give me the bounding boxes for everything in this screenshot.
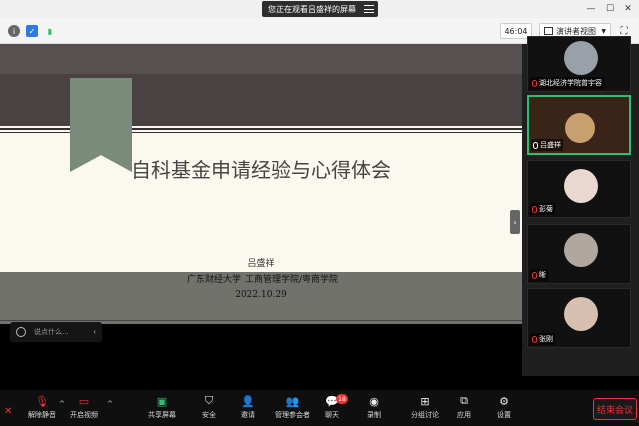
mic-muted-icon	[532, 335, 537, 343]
info-icon[interactable]: i	[8, 25, 20, 37]
participant-tile-active-speaker[interactable]: 吕盛祥	[527, 95, 631, 155]
avatar	[565, 113, 595, 143]
gear-icon: ⚙	[499, 394, 509, 408]
avatar	[564, 41, 598, 75]
grid-icon	[544, 27, 553, 35]
avatar	[564, 297, 598, 331]
minimize-icon[interactable]: —	[584, 2, 598, 16]
breakout-rooms-button[interactable]: ⊞ 分组讨论	[411, 394, 439, 424]
divider	[0, 320, 522, 321]
share-screen-button[interactable]: ▣ 共享屏幕	[148, 394, 176, 424]
start-video-button[interactable]: ▭ 开启视频	[70, 394, 98, 424]
slide-affiliation-school: 工商管理学院/粤商学院	[245, 275, 339, 285]
record-button[interactable]: ◉ 录制	[366, 394, 382, 424]
slide-affiliation-university: 广东财经大学	[187, 275, 242, 285]
maximize-icon[interactable]: ☐	[603, 2, 617, 16]
mic-icon	[533, 141, 538, 149]
breakout-icon: ⊞	[420, 394, 430, 408]
end-meeting-button[interactable]: 结束会议	[593, 398, 637, 420]
close-icon[interactable]: ✕	[621, 2, 635, 16]
panel-collapse-chevron-icon[interactable]: ›	[510, 210, 520, 234]
participant-name-tag: 湖北经济学院曾宇容	[530, 77, 604, 89]
mic-muted-icon	[532, 271, 537, 279]
chat-placeholder: 说点什么...	[34, 328, 69, 336]
avatar	[564, 233, 598, 267]
participant-name-tag: 张刚	[530, 333, 555, 345]
screen-share-banner[interactable]: 您正在观看吕盛祥的屏幕	[262, 1, 378, 17]
manage-participants-button[interactable]: 👥 管理参会者	[275, 394, 310, 424]
participants-icon: 👥	[285, 394, 300, 408]
avatar	[564, 169, 598, 203]
share-banner-text: 您正在观看吕盛祥的屏幕	[268, 4, 356, 14]
video-off-icon: ▭	[78, 394, 90, 408]
security-button[interactable]: ⛉ 安全	[201, 394, 217, 424]
slide-header-band	[0, 44, 522, 74]
chevron-up-icon[interactable]: ^	[59, 400, 65, 408]
shield-icon: ⛉	[204, 394, 214, 407]
participant-tile[interactable]: 张刚	[527, 288, 631, 348]
shield-icon[interactable]: ✓	[26, 25, 38, 37]
participant-name-tag: 晰	[530, 269, 548, 281]
slide-title: 自科基金申请经验与心得体会	[131, 158, 391, 182]
signal-icon[interactable]: ▮	[44, 25, 56, 37]
chat-unread-badge: 18	[336, 394, 348, 404]
participant-name-tag: 吕盛祥	[531, 139, 563, 151]
chevron-down-icon: ▼	[601, 27, 606, 35]
menu-icon[interactable]	[364, 4, 374, 14]
invite-button[interactable]: 👤 邀请	[240, 394, 256, 424]
record-icon: ◉	[369, 394, 379, 408]
participant-tile[interactable]: 晰	[527, 224, 631, 284]
mic-muted-icon	[532, 79, 537, 87]
add-user-icon: 👤	[241, 394, 255, 408]
chevron-left-icon[interactable]: ‹	[93, 328, 96, 336]
participant-tile[interactable]: 彭菊	[527, 160, 631, 218]
apps-button[interactable]: ⧉ 应用	[456, 394, 472, 424]
apps-icon: ⧉	[460, 394, 468, 407]
chat-input[interactable]: 说点什么... ‹	[10, 322, 102, 342]
slide-presenter: 吕盛祥	[247, 259, 275, 269]
chevron-up-icon[interactable]: ^	[107, 400, 113, 408]
participant-name-tag: 彭菊	[530, 203, 555, 215]
mic-muted-icon	[532, 205, 537, 213]
view-button-label: 演讲者视图	[556, 26, 596, 36]
mic-muted-icon: 🎙	[35, 394, 49, 408]
slide-date: 2022.10.29	[235, 290, 287, 300]
unmute-button[interactable]: 🎙 解除静音	[28, 394, 56, 424]
participant-tile[interactable]: 湖北经济学院曾宇容	[527, 36, 631, 92]
emoji-icon[interactable]	[16, 327, 26, 337]
close-icon[interactable]: ✕	[4, 406, 12, 417]
settings-button[interactable]: ⚙ 设置	[496, 394, 512, 424]
share-screen-icon: ▣	[156, 394, 168, 408]
